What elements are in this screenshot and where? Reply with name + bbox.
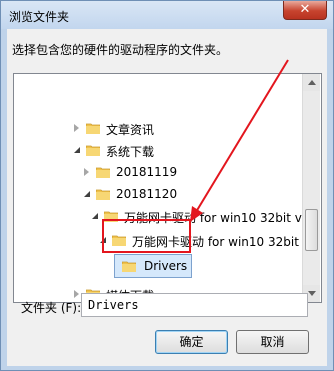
annotation-arrow-icon bbox=[190, 59, 289, 222]
